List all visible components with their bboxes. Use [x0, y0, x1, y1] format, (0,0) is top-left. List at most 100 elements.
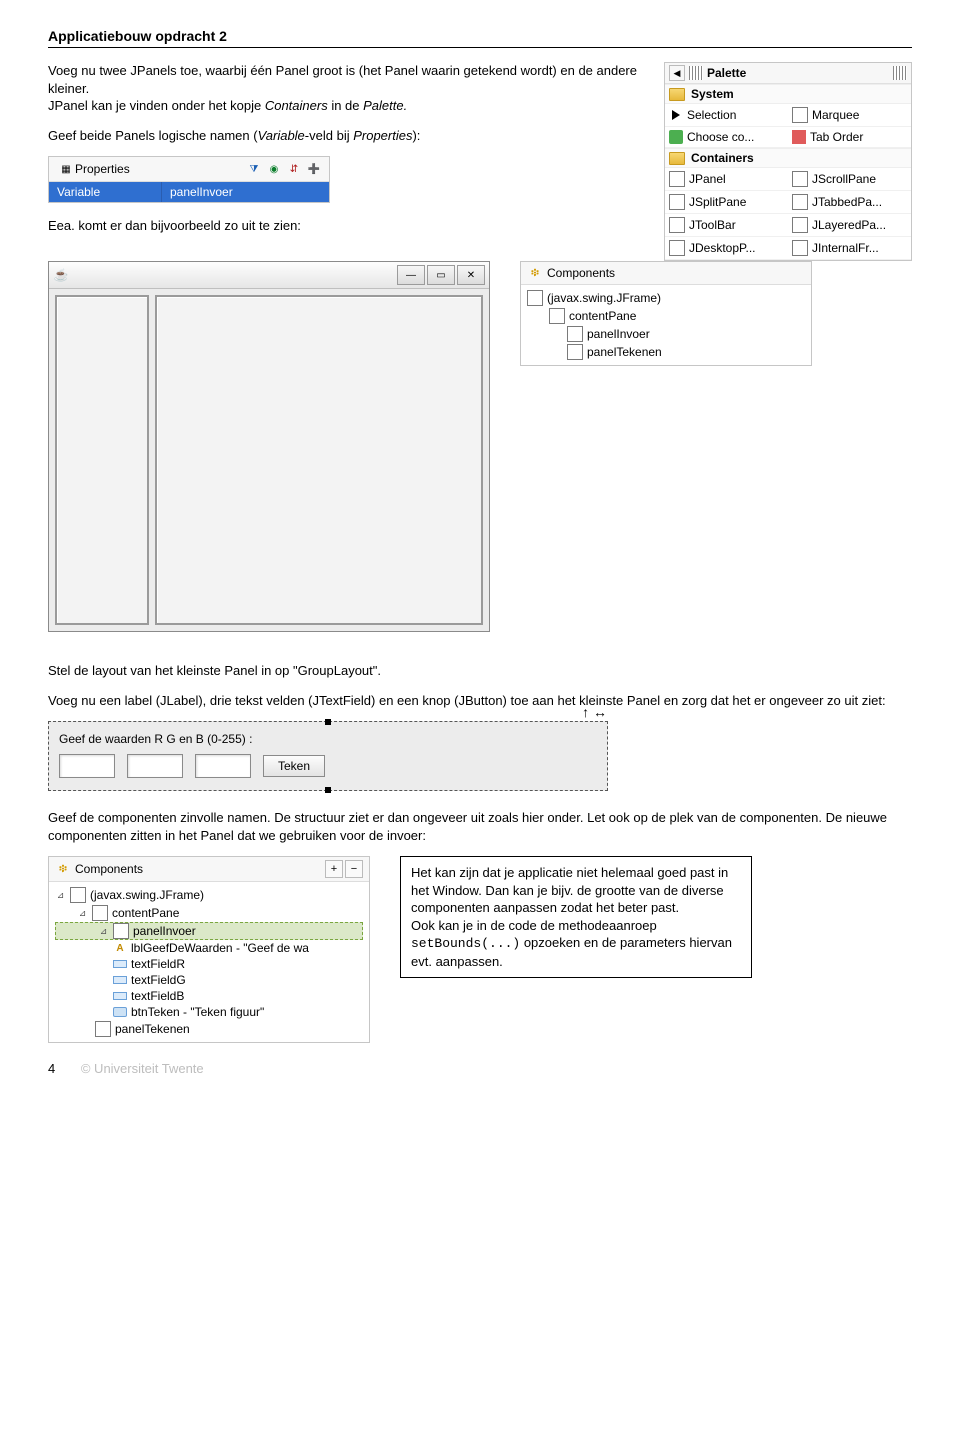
textfield-icon — [113, 957, 127, 971]
collapse-all-button[interactable]: − — [345, 860, 363, 878]
paragraph-addcomponents: Voeg nu een label (JLabel), drie tekst v… — [48, 692, 912, 710]
palette-item-jinternalframe[interactable]: JInternalFr... — [788, 237, 911, 260]
tree-node-panelinvoer[interactable]: panelInvoer — [527, 325, 805, 343]
paragraph-intro: Voeg nu twee JPanels toe, waarbij één Pa… — [48, 62, 652, 115]
palette-item-choose[interactable]: Choose co... — [665, 127, 788, 148]
panel-icon — [92, 905, 108, 921]
property-value[interactable]: panelInvoer — [162, 182, 329, 202]
node-label: contentPane — [112, 906, 179, 920]
tree-node-textfieldg[interactable]: textFieldG — [55, 972, 363, 988]
tree-node-paneltekenen[interactable]: panelTekenen — [527, 343, 805, 361]
choose-icon — [669, 130, 683, 144]
panel-icon — [113, 923, 129, 939]
close-button[interactable]: ✕ — [457, 265, 485, 285]
panel-tekenen-preview[interactable] — [155, 295, 483, 625]
taborder-icon — [792, 130, 806, 144]
maximize-button[interactable]: ▭ — [427, 265, 455, 285]
item-label: JLayeredPa... — [812, 218, 886, 232]
properties-panel: ▦ Properties ⧩ ◉ ⇵ ➕ Variable panelInvoe… — [48, 156, 330, 203]
cursor-icon — [669, 108, 683, 122]
note-box: Het kan zijn dat je applicatie niet hele… — [400, 856, 752, 978]
palette-item-jsplitpane[interactable]: JSplitPane — [665, 191, 788, 214]
property-row-variable[interactable]: Variable panelInvoer — [49, 182, 329, 202]
toggle-icon[interactable]: ⇵ — [285, 160, 303, 178]
components-title: Components — [75, 862, 143, 876]
item-label: JInternalFr... — [812, 241, 879, 255]
property-key: Variable — [49, 182, 162, 202]
components-panel-1: ፨ Components (javax.swing.JFrame) conten… — [520, 261, 812, 366]
textfield-b[interactable] — [195, 754, 251, 778]
palette-item-selection[interactable]: Selection — [665, 104, 788, 127]
button-teken[interactable]: Teken — [263, 755, 325, 777]
palette-item-jtabbedpane[interactable]: JTabbedPa... — [788, 191, 911, 214]
container-icon — [792, 171, 808, 187]
tree-node-jframe[interactable]: (javax.swing.JFrame) — [527, 289, 805, 307]
node-label: textFieldG — [131, 973, 186, 987]
palette-item-jlayeredpane[interactable]: JLayeredPa... — [788, 214, 911, 237]
folder-icon — [669, 88, 685, 101]
expander-icon[interactable]: ⊿ — [55, 890, 66, 901]
note-text: Ook kan je in de code de methodeaanroep — [411, 918, 657, 933]
grip-icon — [893, 66, 907, 80]
palette-panel: ◀ Palette System Selection Marquee Choos… — [664, 62, 912, 261]
page-footer: 4 © Universiteit Twente — [48, 1061, 912, 1076]
palette-item-jdesktoppane[interactable]: JDesktopP... — [665, 237, 788, 260]
expand-all-button[interactable]: + — [325, 860, 343, 878]
minimize-button[interactable]: — — [397, 265, 425, 285]
palette-item-jtoolbar[interactable]: JToolBar — [665, 214, 788, 237]
palette-title: Palette — [703, 66, 893, 80]
grip-icon — [689, 66, 703, 80]
container-icon — [669, 240, 685, 256]
components-icon: ፨ — [55, 861, 71, 877]
java-icon: ☕ — [53, 267, 69, 283]
textfield-r[interactable] — [59, 754, 115, 778]
note-text: Het kan zijn dat je applicatie niet hele… — [411, 865, 728, 915]
tree-node-paneltekenen[interactable]: panelTekenen — [55, 1020, 363, 1038]
input-panel-preview[interactable]: ↑ ↔ Geef de waarden R G en B (0-255) : T… — [48, 721, 608, 791]
properties-title: Properties — [75, 162, 130, 176]
palette-item-marquee[interactable]: Marquee — [788, 104, 911, 127]
components-title: Components — [547, 266, 615, 280]
expander-icon[interactable]: ⊿ — [77, 908, 88, 919]
tree-node-btnteken[interactable]: btnTeken - "Teken figuur" — [55, 1004, 363, 1020]
tree-node-jframe[interactable]: ⊿(javax.swing.JFrame) — [55, 886, 363, 904]
label-icon: A — [113, 941, 127, 955]
tree-node-textfieldb[interactable]: textFieldB — [55, 988, 363, 1004]
folder-label: Containers — [691, 151, 754, 165]
frame-icon — [527, 290, 543, 306]
text: in de — [328, 98, 363, 113]
tree-node-contentpane[interactable]: ⊿ contentPane — [55, 904, 363, 922]
container-icon — [669, 171, 685, 187]
node-label: lblGeefDeWaarden - "Geef de wa — [131, 941, 309, 955]
paragraph-names: Geef beide Panels logische namen (Variab… — [48, 127, 652, 145]
item-label: Choose co... — [687, 130, 754, 144]
tree-node-panelinvoer[interactable]: ⊿panelInvoer — [55, 922, 363, 940]
palette-item-taborder[interactable]: Tab Order — [788, 127, 911, 148]
tree-node-contentpane[interactable]: contentPane — [527, 307, 805, 325]
node-label: textFieldB — [131, 989, 184, 1003]
scroll-left-icon[interactable]: ◀ — [669, 65, 685, 81]
table-icon: ▦ — [57, 160, 75, 178]
components-panel-2: ፨ Components + − ⊿(javax.swing.JFrame) ⊿… — [48, 856, 370, 1043]
goto-icon[interactable]: ◉ — [265, 160, 283, 178]
item-label: Selection — [687, 108, 736, 122]
palette-item-jscrollpane[interactable]: JScrollPane — [788, 168, 911, 191]
item-label: Marquee — [812, 108, 859, 122]
text: ): — [412, 128, 420, 143]
add-icon[interactable]: ➕ — [305, 160, 323, 178]
text: Variable — [258, 128, 305, 143]
panel-invoer-preview[interactable] — [55, 295, 149, 625]
text: JPanel kan je vinden onder het kopje — [48, 98, 265, 113]
textfield-g[interactable] — [127, 754, 183, 778]
item-label: JDesktopP... — [689, 241, 755, 255]
tree-node-textfieldr[interactable]: textFieldR — [55, 956, 363, 972]
filter-icon[interactable]: ⧩ — [245, 160, 263, 178]
tree-node-lblgeefdewaarden[interactable]: AlblGeefDeWaarden - "Geef de wa — [55, 940, 363, 956]
item-label: JSplitPane — [689, 195, 746, 209]
panel-icon — [95, 1021, 111, 1037]
item-label: Tab Order — [810, 130, 863, 144]
palette-folder-containers[interactable]: Containers — [665, 148, 911, 168]
expander-icon[interactable]: ⊿ — [98, 926, 109, 937]
palette-item-jpanel[interactable]: JPanel — [665, 168, 788, 191]
palette-folder-system[interactable]: System — [665, 84, 911, 104]
